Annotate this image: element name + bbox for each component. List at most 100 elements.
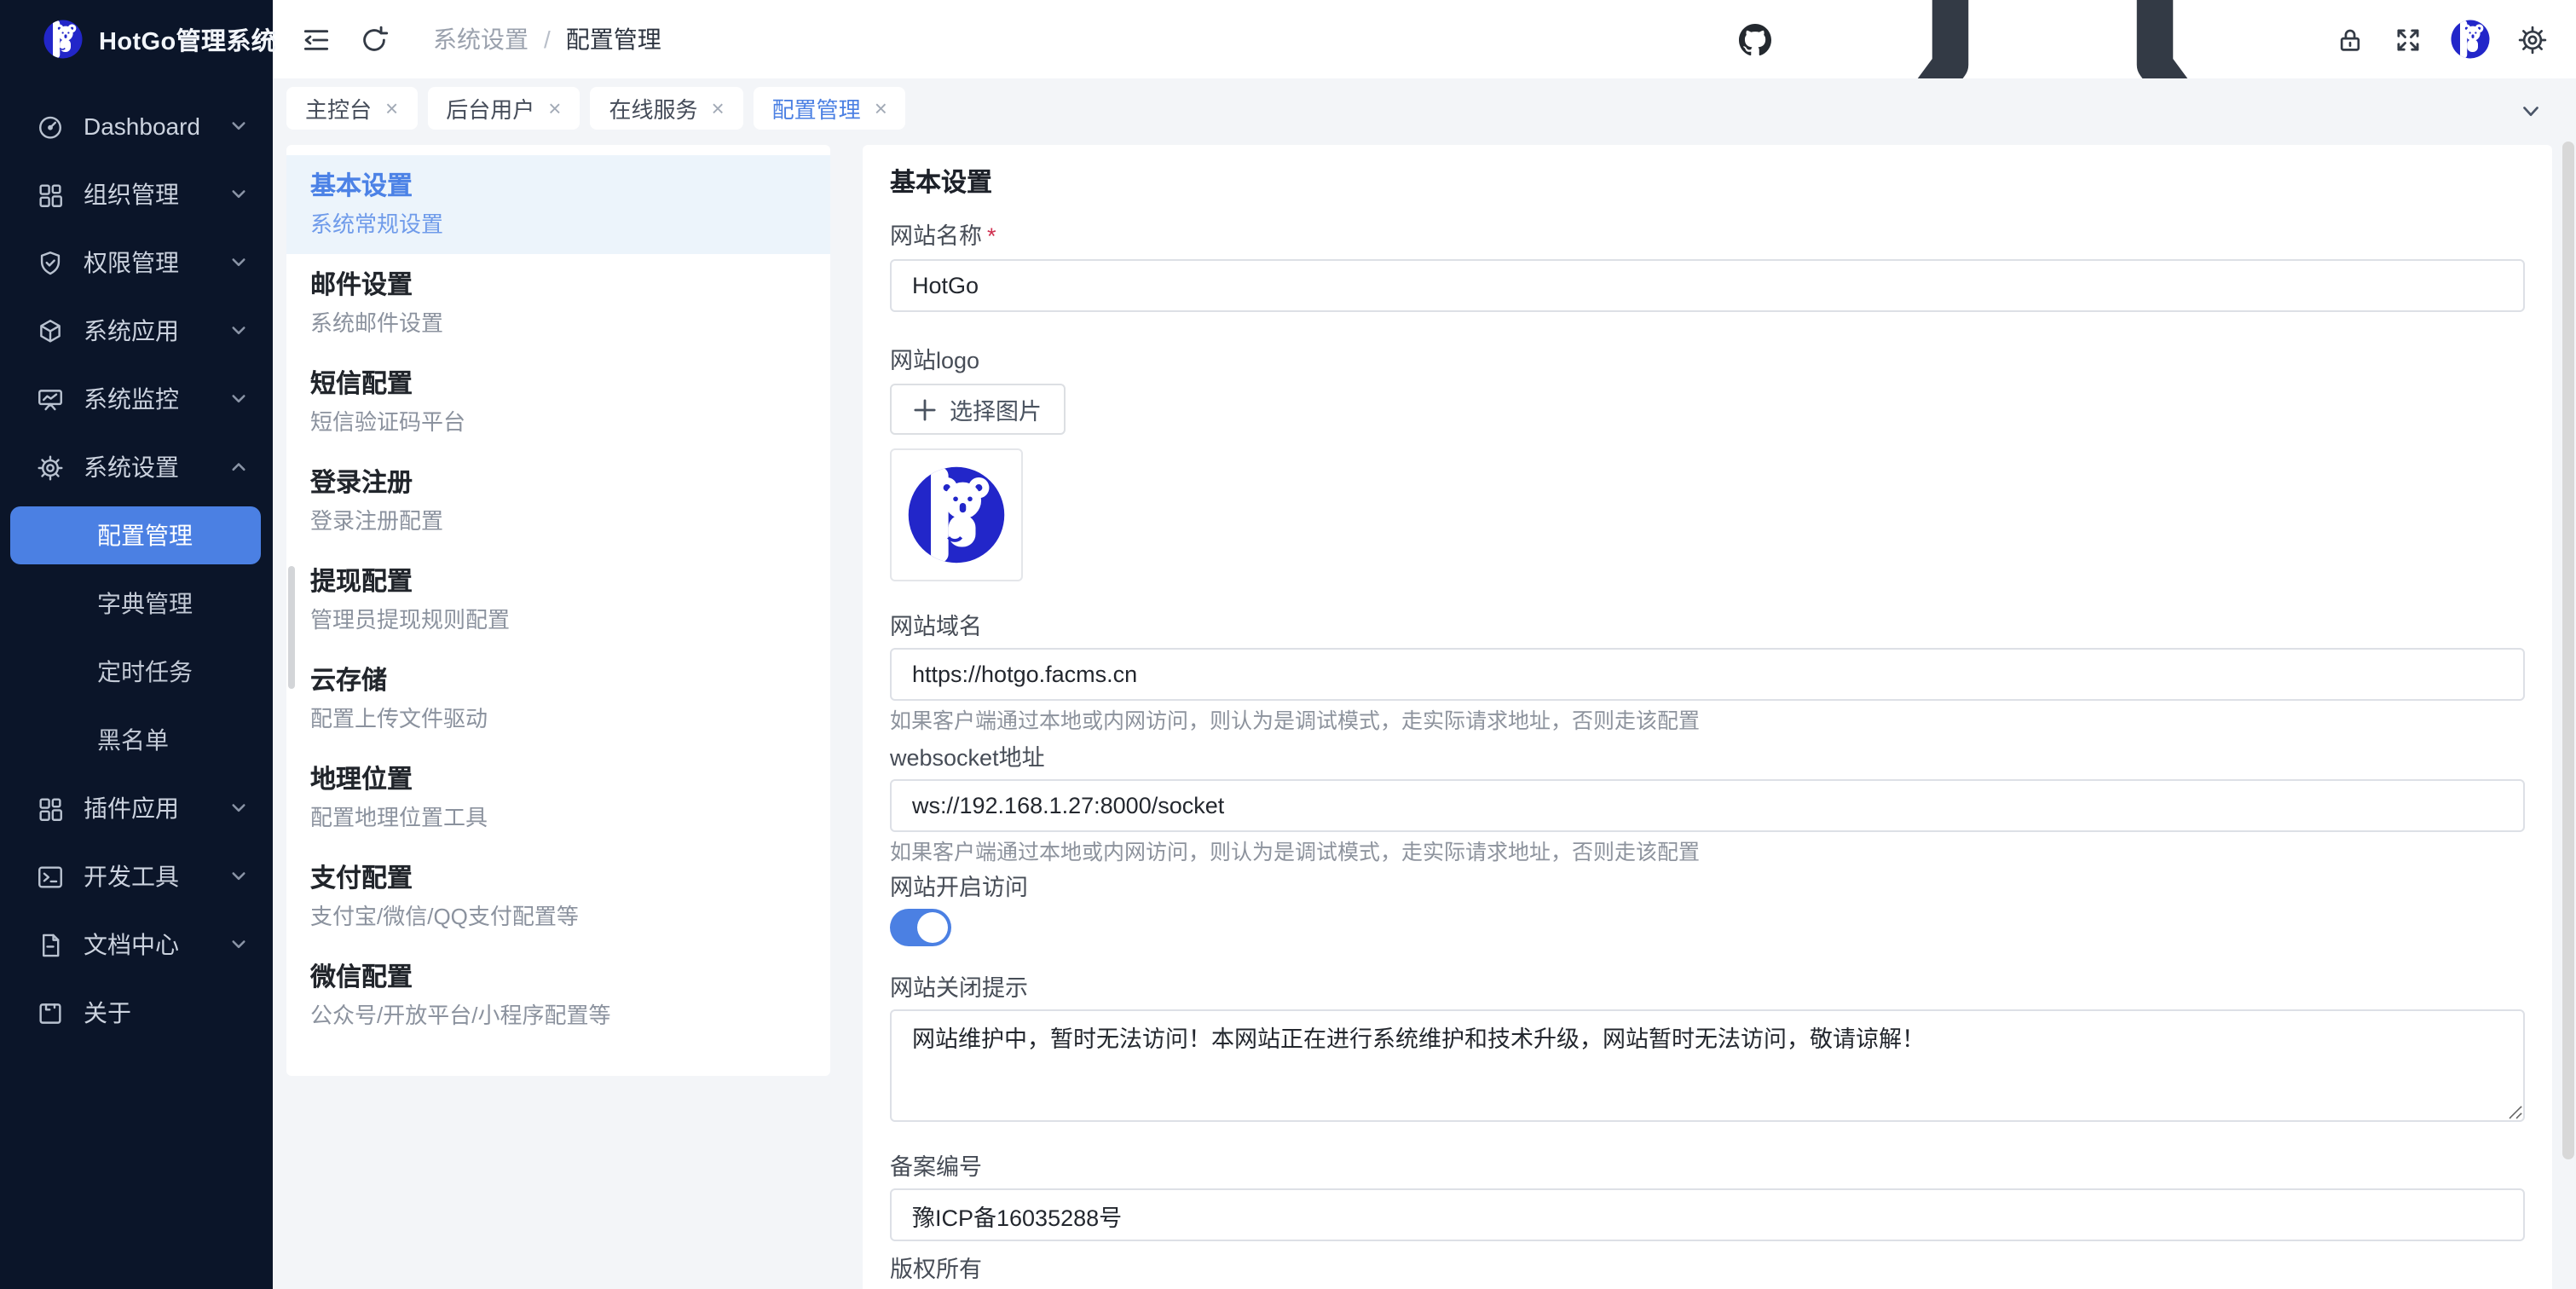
icp-input[interactable]	[890, 1188, 2525, 1241]
tab-label: 主控台	[305, 92, 372, 124]
settings-category-email[interactable]: 邮件设置 系统邮件设置	[286, 254, 830, 353]
gear-icon[interactable]	[2516, 23, 2549, 55]
settings-category-basic[interactable]: 基本设置 系统常规设置	[286, 155, 830, 254]
category-desc: 短信验证码平台	[310, 406, 806, 438]
sidebar: HotGo管理系统 Dashboard 组织管理	[0, 0, 273, 1289]
sidebar-item-label: 开发工具	[84, 859, 227, 893]
category-title: 支付配置	[310, 861, 806, 897]
app-title: HotGo管理系统	[99, 21, 276, 57]
site-name-input[interactable]	[890, 259, 2525, 312]
category-title: 地理位置	[310, 762, 806, 798]
sidebar-item-system-monitor[interactable]: 系统监控	[0, 365, 273, 433]
settings-category-sms[interactable]: 短信配置 短信验证码平台	[286, 353, 830, 452]
copyright-label: 版权所有	[890, 1255, 2525, 1284]
settings-category-login[interactable]: 登录注册 登录注册配置	[286, 452, 830, 551]
websocket-input[interactable]	[890, 779, 2525, 832]
main-area: 系统设置 / 配置管理 1	[273, 0, 2576, 1289]
page-scrollbar-thumb[interactable]	[2562, 142, 2574, 1159]
panel-scrollbar-thumb[interactable]	[288, 566, 295, 689]
koala-logo-icon	[43, 19, 84, 60]
lock-icon[interactable]	[2334, 23, 2366, 55]
category-title: 云存储	[310, 663, 806, 699]
category-desc: 公众号/开放平台/小程序配置等	[310, 999, 806, 1032]
category-title: 登录注册	[310, 465, 806, 501]
terminal-icon	[36, 862, 65, 891]
tab-options-chevron-icon[interactable]	[2518, 99, 2544, 124]
plugin-grid-icon	[36, 794, 65, 823]
category-desc: 系统常规设置	[310, 208, 806, 240]
settings-category-cloud-storage[interactable]: 云存储 配置上传文件驱动	[286, 650, 830, 749]
sidebar-item-system-apps[interactable]: 系统应用	[0, 297, 273, 365]
sidebar-item-label: 插件应用	[84, 791, 227, 825]
sidebar-item-dev-tools[interactable]: 开发工具	[0, 842, 273, 910]
select-image-button[interactable]: 选择图片	[890, 384, 1066, 435]
category-desc: 配置地理位置工具	[310, 801, 806, 834]
close-icon[interactable]: ×	[385, 97, 398, 119]
github-icon[interactable]	[1739, 23, 1771, 55]
chevron-down-icon	[227, 864, 251, 888]
close-icon[interactable]: ×	[875, 97, 887, 119]
gear-icon	[36, 453, 65, 482]
category-desc: 支付宝/微信/QQ支付配置等	[310, 900, 806, 933]
toggle-knob	[917, 912, 948, 943]
category-desc: 系统邮件设置	[310, 307, 806, 339]
site-open-toggle[interactable]	[890, 909, 951, 946]
settings-category-wechat[interactable]: 微信配置 公众号/开放平台/小程序配置等	[286, 946, 830, 1045]
sidebar-item-permission[interactable]: 权限管理	[0, 228, 273, 297]
form-title: 基本设置	[890, 165, 2525, 201]
menu-collapse-icon[interactable]	[300, 23, 332, 55]
chevron-down-icon	[227, 933, 251, 957]
avatar[interactable]	[2450, 19, 2491, 60]
sidebar-item-label: 配置管理	[97, 518, 193, 552]
plus-icon	[914, 398, 936, 420]
cube-icon	[36, 316, 65, 345]
tab-label: 配置管理	[772, 92, 861, 124]
sidebar-item-label: 定时任务	[97, 655, 193, 689]
breadcrumb-parent[interactable]: 系统设置	[433, 22, 528, 56]
websocket-label: websocket地址	[890, 743, 2525, 772]
site-logo-thumbnail[interactable]	[890, 448, 1023, 581]
app-window: HotGo管理系统 Dashboard 组织管理	[0, 0, 2576, 1289]
sidebar-item-label: Dashboard	[84, 113, 227, 140]
close-icon[interactable]: ×	[711, 97, 724, 119]
refresh-icon[interactable]	[358, 23, 390, 55]
tab-bar: 主控台 × 后台用户 × 在线服务 × 配置管理 ×	[273, 78, 2576, 145]
sidebar-item-scheduled-tasks[interactable]: 定时任务	[0, 638, 273, 706]
sidebar-item-dashboard[interactable]: Dashboard	[0, 92, 273, 160]
close-tip-textarea[interactable]: 网站维护中，暂时无法访问！本网站正在进行系统维护和技术升级，网站暂时无法访问，敬…	[890, 1009, 2525, 1122]
category-desc: 管理员提现规则配置	[310, 604, 806, 636]
fullscreen-icon[interactable]	[2392, 23, 2424, 55]
sidebar-item-config-management[interactable]: 配置管理	[0, 501, 273, 569]
about-icon	[36, 998, 65, 1027]
sidebar-item-blacklist[interactable]: 黑名单	[0, 706, 273, 774]
page-content: 基本设置 系统常规设置 邮件设置 系统邮件设置 短信配置 短信验证码平台 登录注…	[273, 145, 2576, 1289]
site-name-label: 网站名称*	[890, 222, 2525, 251]
tab-dashboard[interactable]: 主控台 ×	[286, 87, 417, 130]
settings-form-card: 基本设置 网站名称* 网站logo 选择图片	[863, 145, 2552, 1289]
tab-label: 在线服务	[609, 92, 697, 124]
sidebar-item-plugins[interactable]: 插件应用	[0, 774, 273, 842]
close-icon[interactable]: ×	[548, 97, 561, 119]
settings-category-geo[interactable]: 地理位置 配置地理位置工具	[286, 749, 830, 847]
sidebar-item-system-settings[interactable]: 系统设置	[0, 433, 273, 501]
breadcrumb-separator: /	[544, 26, 551, 53]
sidebar-nav: Dashboard 组织管理	[0, 78, 273, 1047]
app-logo[interactable]: HotGo管理系统	[0, 0, 273, 78]
tab-config-management[interactable]: 配置管理 ×	[754, 87, 906, 130]
tab-backend-users[interactable]: 后台用户 ×	[427, 87, 580, 130]
sidebar-item-about[interactable]: 关于	[0, 979, 273, 1047]
sidebar-item-dict-management[interactable]: 字典管理	[0, 569, 273, 638]
select-image-label: 选择图片	[950, 392, 1042, 426]
dashboard-icon	[36, 112, 65, 141]
tab-online-service[interactable]: 在线服务 ×	[590, 87, 742, 130]
chevron-down-icon	[227, 796, 251, 820]
sidebar-item-docs[interactable]: 文档中心	[0, 910, 273, 979]
sidebar-item-organization[interactable]: 组织管理	[0, 160, 273, 228]
site-domain-input[interactable]	[890, 648, 2525, 701]
tab-label: 后台用户	[446, 92, 534, 124]
settings-category-payment[interactable]: 支付配置 支付宝/微信/QQ支付配置等	[286, 847, 830, 946]
site-domain-label: 网站域名	[890, 612, 2525, 641]
sidebar-item-label: 字典管理	[97, 587, 193, 621]
settings-category-withdraw[interactable]: 提现配置 管理员提现规则配置	[286, 551, 830, 650]
sidebar-item-label: 系统应用	[84, 314, 227, 348]
